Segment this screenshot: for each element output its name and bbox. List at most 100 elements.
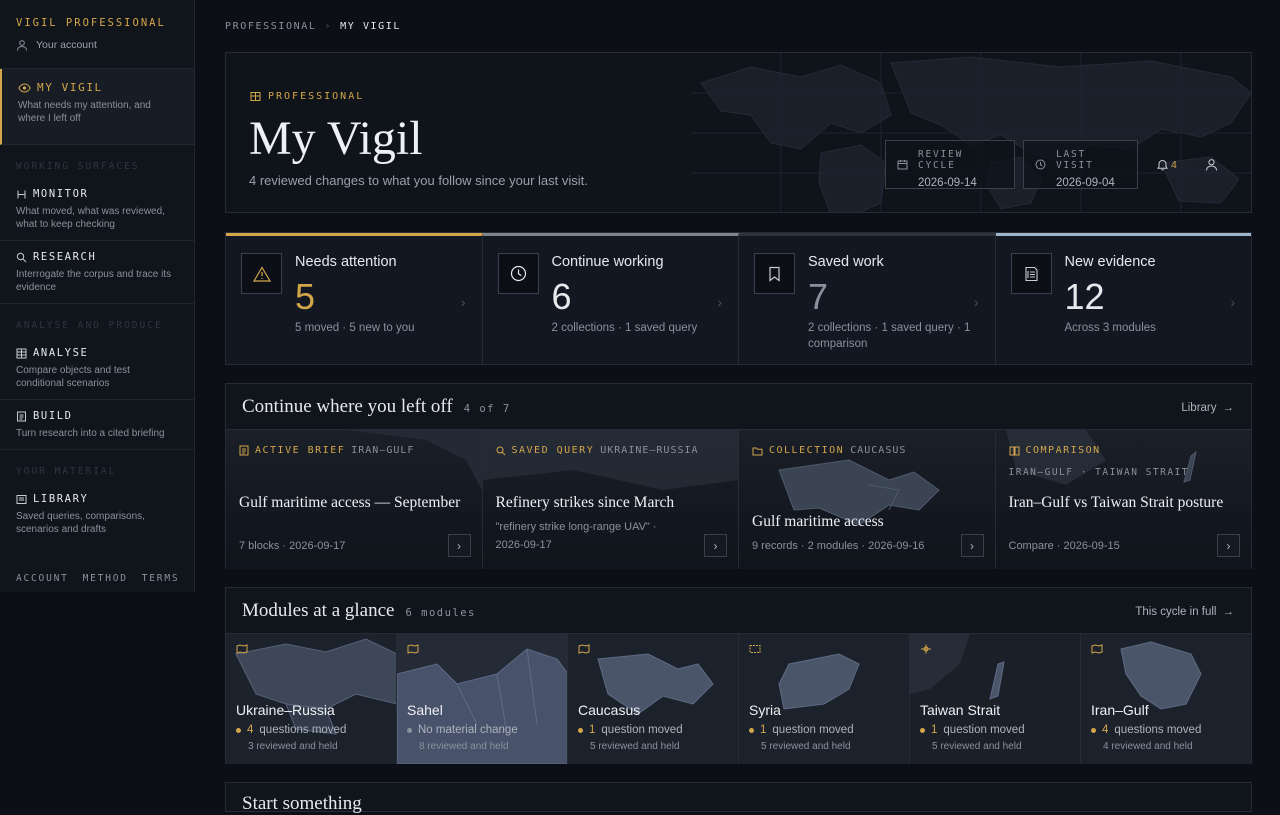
notification-count: 4 [1171,158,1177,171]
sidebar-item-analyse[interactable]: ANALYSE Compare objects and test conditi… [0,337,194,400]
review-cycle-badge[interactable]: REVIEW CYCLE 2026-09-14 [885,140,1015,189]
module-taiwan-strait[interactable]: Taiwan Strait 1 question moved 5 reviewed… [910,634,1081,764]
sidebar-item-monitor[interactable]: MONITOR What moved, what was reviewed, w… [0,178,194,241]
card-tag: COLLECTION CAUCASUS [752,445,906,456]
last-visit-badge[interactable]: LAST VISIT 2026-09-04 [1023,140,1138,189]
clock-icon [510,265,526,282]
review-cycle-label: REVIEW CYCLE [918,149,964,171]
stat-detail: 2 collections · 1 saved query [551,322,698,334]
user-icon [17,40,27,51]
footer-terms-link[interactable]: TERMS [142,573,180,584]
module-name: Syria [749,702,781,718]
chevron-right-icon: › [717,294,722,310]
continue-card-comparison[interactable]: COMPARISON IRAN–GULF · TAIWAN STRAIT Ira… [995,430,1251,569]
calendar-icon [897,160,908,170]
card-tag: SAVED QUERY UKRAINE–RUSSIA [496,445,699,456]
sidebar-item-label: MY VIGIL [37,81,103,94]
profile-button[interactable] [1205,158,1218,176]
sidebar-item-desc: What moved, what was reviewed, what to k… [16,206,165,230]
open-card-button[interactable]: › [704,534,727,557]
chevron-right-icon: › [1230,294,1235,310]
eye-icon [18,82,31,93]
card-row: ACTIVE BRIEF IRAN–GULF Gulf maritime acc… [226,430,1251,569]
module-count: 4 [247,724,254,736]
section-title: Continue where you left off [242,395,453,417]
module-reviewed: 5 reviewed and held [590,741,680,752]
module-count: 1 [760,724,767,736]
chevron-right-icon: › [460,294,466,310]
continue-card-brief[interactable]: ACTIVE BRIEF IRAN–GULF Gulf maritime acc… [226,430,483,569]
map-icon [236,644,248,654]
status-dot [407,727,412,733]
library-link[interactable]: Library → [1181,402,1234,414]
cycle-in-full-link[interactable]: This cycle in full → [1135,606,1234,618]
arrow-right-icon: → [1222,606,1235,618]
section-title: Start something [242,793,362,814]
open-card-button[interactable]: › [447,534,471,557]
module-ukraine-russia[interactable]: Ukraine–Russia 4 questions moved 3 review… [226,634,397,764]
module-name: Ukraine–Russia [236,702,335,718]
section-your-material: YOUR MATERIAL [16,466,117,477]
card-tag: COMPARISON [1009,445,1101,456]
sidebar-item-build[interactable]: BUILD Turn research into a cited briefin… [0,400,194,450]
stat-saved-work[interactable]: Saved work 7 2 collections · 1 saved que… [739,233,996,364]
sidebar-item-library[interactable]: LIBRARY Saved queries, comparisons, scen… [0,483,194,545]
module-status-text: question moved [772,724,854,736]
module-count: 4 [1102,724,1109,736]
clock-icon [1035,159,1046,170]
section-analyse-produce: ANALYSE AND PRODUCE [16,320,163,331]
crosshair-icon [921,644,931,654]
footer-method-link[interactable]: METHOD [83,573,128,584]
breadcrumb-root[interactable]: PROFESSIONAL [225,21,316,32]
stat-value: 7 [808,276,829,317]
stat-icon-box [241,253,282,294]
card-tag: ACTIVE BRIEF IRAN–GULF [239,445,414,456]
link-label: This cycle in full [1135,606,1217,618]
brand-name[interactable]: VIGIL PROFESSIONAL [16,17,178,29]
sidebar-item-label: BUILD [33,410,73,422]
world-map-background [691,53,1251,212]
module-status-text: questions moved [1114,724,1202,736]
map-icon [407,644,419,654]
continue-card-query[interactable]: SAVED QUERY UKRAINE–RUSSIA Refinery stri… [482,430,739,569]
stat-continue-working[interactable]: Continue working 6 2 collections · 1 sav… [482,233,739,364]
module-syria[interactable]: Syria 1 question moved 5 reviewed and hel… [739,634,910,764]
module-sahel[interactable]: Sahel No material change 8 reviewed and … [397,634,568,764]
module-caucasus[interactable]: Caucasus 1 question moved 5 reviewed and … [568,634,739,764]
compare-icon [1009,446,1019,455]
sidebar-item-label: LIBRARY [33,493,89,505]
module-name: Caucasus [578,702,641,718]
arrow-right-icon: → [1222,402,1235,414]
stat-value: 6 [551,276,572,317]
continue-card-collection[interactable]: COLLECTION CAUCASUS Gulf maritime access… [739,430,996,569]
footer-account-link[interactable]: ACCOUNT [16,573,69,584]
stat-label: Continue working [551,254,664,270]
section-header: Modules at a glance 6 modules This cycle… [226,588,1251,634]
account-link[interactable]: Your account [16,39,178,51]
stat-needs-attention[interactable]: Needs attention 5 5 moved · 5 new to you… [226,233,483,364]
account-label: Your account [36,39,97,51]
module-iran-gulf[interactable]: Iran–Gulf 4 questions moved 4 reviewed an… [1081,634,1251,764]
open-card-button[interactable]: › [1217,534,1240,557]
sidebar: VIGIL PROFESSIONAL Your account MY VIGIL… [0,0,195,592]
radar-icon [749,645,761,653]
breadcrumb-current: MY VIGIL [340,21,402,32]
module-name: Taiwan Strait [920,702,1001,718]
sidebar-item-desc: Compare objects and test conditional sce… [16,365,130,389]
module-reviewed: 8 reviewed and held [419,741,509,752]
document-icon [17,411,26,421]
search-icon [496,446,505,455]
notifications-button[interactable]: 4 [1156,158,1177,171]
sidebar-item-research[interactable]: RESEARCH Interrogate the corpus and trac… [0,241,194,304]
link-label: Library [1181,402,1217,414]
sidebar-item-my-vigil[interactable]: MY VIGIL What needs my attention, and wh… [0,69,194,145]
sidebar-header: VIGIL PROFESSIONAL Your account [0,0,194,69]
status-dot [236,727,241,733]
sidebar-item-label: MONITOR [33,188,89,200]
section-count: 4 of 7 [463,402,511,415]
sidebar-item-label: ANALYSE [33,347,89,359]
sidebar-item-desc: Interrogate the corpus and trace its evi… [16,269,172,293]
stat-new-evidence[interactable]: New evidence 12 Across 3 modules › [995,233,1251,364]
bookmark-icon [769,266,780,282]
open-card-button[interactable]: › [960,534,984,557]
